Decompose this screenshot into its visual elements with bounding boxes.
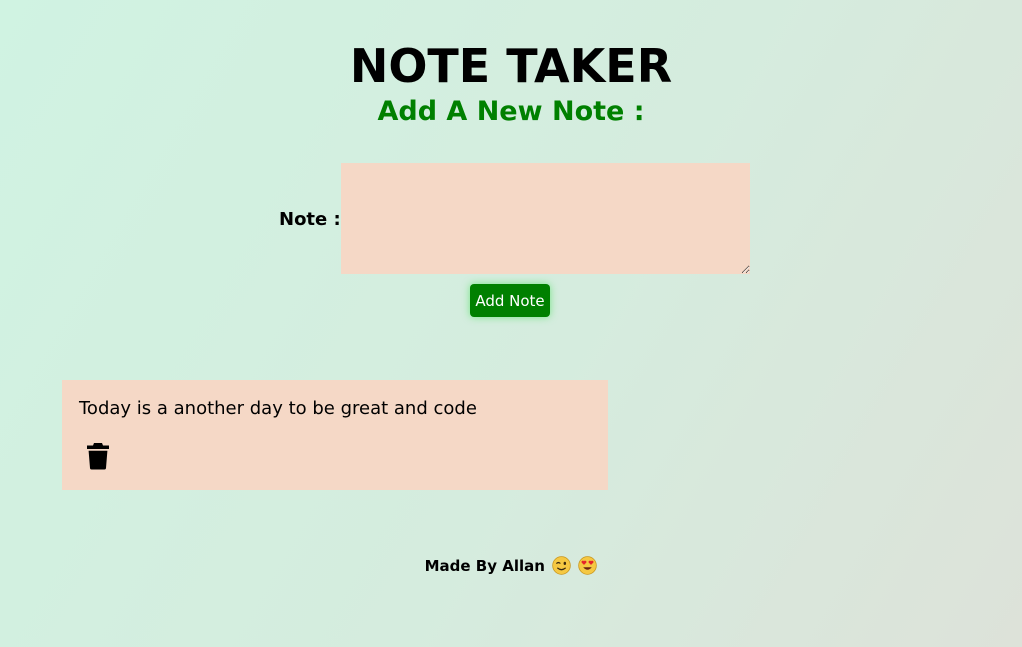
page-title: NOTE TAKER — [349, 39, 673, 93]
heart-eyes-emoji — [578, 556, 598, 575]
note-input[interactable] — [341, 163, 750, 274]
page-subtitle: Add A New Note : — [377, 96, 645, 127]
note-card: Today is a another day to be great and c… — [62, 380, 608, 490]
trash-icon[interactable] — [86, 442, 110, 470]
footer-text: Made By Allan — [424, 557, 545, 575]
add-note-button[interactable]: Add Note — [470, 284, 550, 317]
note-label: Note : — [279, 209, 341, 230]
winking-face-emoji — [552, 556, 571, 575]
note-text: Today is a another day to be great and c… — [79, 398, 477, 419]
footer: Made By Allan — [0, 555, 1022, 577]
